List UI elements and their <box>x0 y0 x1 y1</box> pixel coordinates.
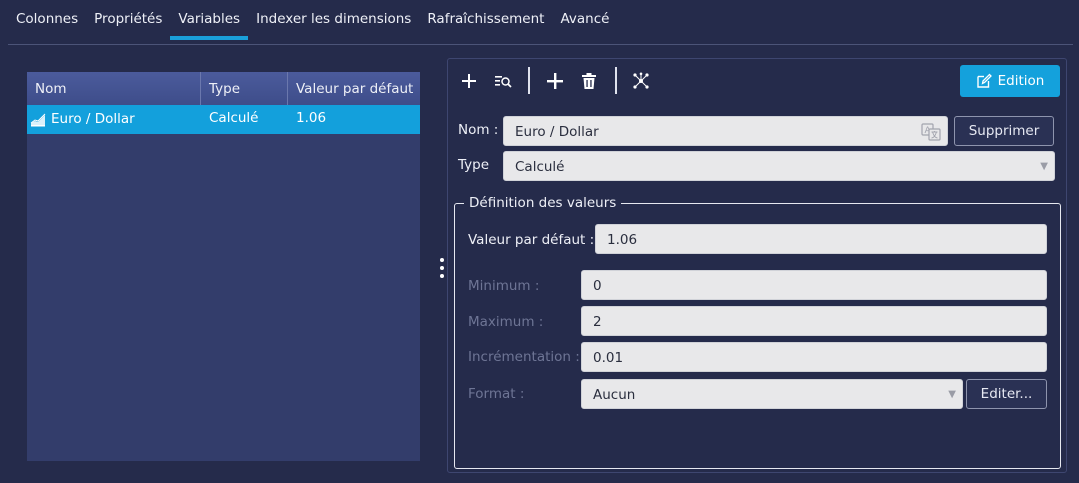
pencil-icon <box>976 73 992 88</box>
tab-bar: Colonnes Propriétés Variables Indexer le… <box>8 0 617 40</box>
format-select-value: Aucun <box>593 387 636 403</box>
edition-button[interactable]: Edition <box>960 65 1060 97</box>
tab-rafraichissement[interactable]: Rafraîchissement <box>419 0 552 40</box>
maximum-input[interactable]: 2 <box>581 306 1047 336</box>
network-button[interactable] <box>629 69 653 93</box>
splitter-dot <box>440 274 444 278</box>
nom-input[interactable]: Euro / Dollar A <box>503 116 948 146</box>
splitter-dot <box>440 258 444 262</box>
toolbar: Edition <box>448 59 1066 103</box>
trash-icon <box>582 73 596 89</box>
format-select[interactable]: Aucun ▼ <box>581 379 963 409</box>
nom-label: Nom : <box>458 122 499 138</box>
search-list-icon <box>495 76 512 88</box>
chevron-down-icon: ▼ <box>948 389 956 400</box>
table-row[interactable]: Euro / Dollar Calculé 1.06 <box>27 105 420 134</box>
variable-details-panel: Edition Nom : Euro / Dollar A Supprimer … <box>447 58 1067 473</box>
tabs-divider <box>8 44 1073 45</box>
add-button[interactable] <box>457 69 481 93</box>
calculated-variable-icon <box>30 113 46 126</box>
incrementation-input[interactable]: 0.01 <box>581 342 1047 372</box>
group-title: Définition des valeurs <box>464 195 622 211</box>
maximum-value: 2 <box>593 314 602 330</box>
maximum-label: Maximum : <box>468 314 544 330</box>
search-list-button[interactable] <box>491 69 515 93</box>
toolbar-separator <box>528 67 530 94</box>
column-header-nom[interactable]: Nom <box>27 72 201 105</box>
type-select[interactable]: Calculé ▼ <box>503 151 1055 181</box>
definition-valeurs-group: Définition des valeurs Valeur par défaut… <box>454 195 1061 469</box>
minimum-input[interactable]: 0 <box>581 270 1047 300</box>
row-nom-text: Euro / Dollar <box>51 111 135 127</box>
type-select-value: Calculé <box>515 159 565 175</box>
tab-indexer-dimensions[interactable]: Indexer les dimensions <box>248 0 419 40</box>
cell-type: Calculé <box>209 110 259 126</box>
incrementation-label: Incrémentation : <box>468 349 580 365</box>
column-header-valeur[interactable]: Valeur par défaut <box>288 72 420 105</box>
plus-icon <box>462 74 476 88</box>
incrementation-value: 0.01 <box>593 350 624 366</box>
move-button[interactable] <box>543 69 567 93</box>
toolbar-separator <box>615 67 617 94</box>
delete-button[interactable] <box>577 69 601 93</box>
tab-colonnes[interactable]: Colonnes <box>8 0 86 40</box>
tab-variables[interactable]: Variables <box>170 0 248 40</box>
minimum-value: 0 <box>593 278 602 294</box>
panel-splitter-handle[interactable] <box>438 258 446 278</box>
cell-valeur: 1.06 <box>296 110 327 126</box>
move-icon <box>547 73 563 89</box>
supprimer-button[interactable]: Supprimer <box>954 116 1054 146</box>
table-header: Nom Type Valeur par défaut <box>27 72 420 105</box>
default-value-label: Valeur par défaut : <box>468 232 595 248</box>
edition-button-label: Edition <box>997 73 1045 89</box>
nom-input-value: Euro / Dollar <box>515 124 599 140</box>
column-header-type[interactable]: Type <box>201 72 288 105</box>
splitter-dot <box>440 266 444 270</box>
minimum-label: Minimum : <box>468 278 540 294</box>
default-value-input[interactable]: 1.06 <box>595 224 1047 254</box>
cell-nom: Euro / Dollar <box>27 105 201 134</box>
type-label: Type <box>458 157 490 173</box>
default-value-text: 1.06 <box>607 232 638 248</box>
chevron-down-icon: ▼ <box>1040 161 1048 172</box>
network-icon <box>633 72 649 89</box>
tab-proprietes[interactable]: Propriétés <box>86 0 170 40</box>
variables-table: Nom Type Valeur par défaut Euro / Dollar… <box>27 72 420 461</box>
translate-icon[interactable]: A <box>921 123 941 141</box>
format-label: Format : <box>468 386 525 402</box>
tab-avance[interactable]: Avancé <box>552 0 617 40</box>
editer-format-button[interactable]: Editer... <box>966 379 1047 409</box>
